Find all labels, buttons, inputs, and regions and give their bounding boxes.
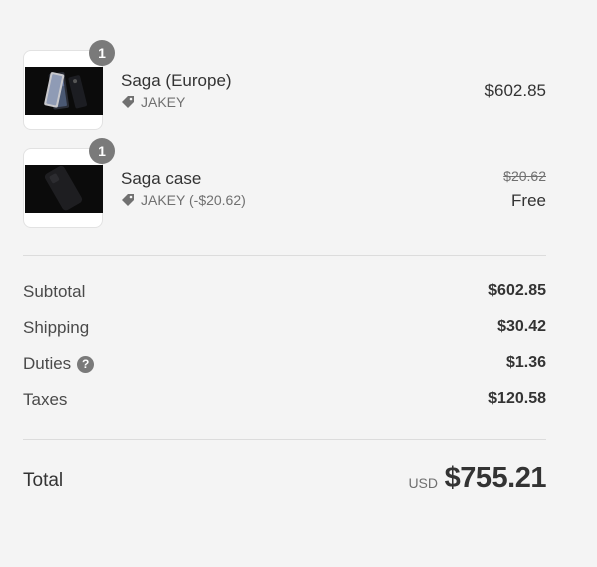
divider — [23, 439, 546, 440]
line-items: 1 Saga (Europe) JAKEY $602.85 1 Saga cas… — [23, 40, 546, 246]
subtotal-value: $602.85 — [488, 282, 546, 299]
line-item: 1 Saga case JAKEY (-$20.62) $20.62 Free — [23, 138, 546, 246]
duties-label: Duties — [23, 354, 72, 373]
help-icon[interactable]: ? — [77, 355, 95, 373]
total-amount: $755.21 — [444, 462, 547, 494]
discount-code: JAKEY — [121, 94, 185, 110]
product-name: Saga (Europe) — [121, 71, 232, 90]
total-label: Total — [23, 470, 64, 491]
duties-label-group: Duties ? — [23, 354, 95, 374]
original-price: $20.62 — [503, 168, 546, 184]
duties-value: $1.36 — [505, 354, 546, 371]
product-name: Saga case — [121, 169, 202, 188]
discount-code: JAKEY (-$20.62) — [121, 192, 246, 208]
phone-case-image — [25, 165, 103, 213]
taxes-row: Taxes $120.58 — [23, 390, 546, 426]
discount-label: JAKEY (-$20.62) — [141, 192, 246, 208]
tag-icon — [121, 95, 135, 109]
quantity-badge: 1 — [89, 138, 115, 164]
phone-image — [25, 67, 103, 115]
taxes-value: $120.58 — [488, 390, 546, 407]
discount-label: JAKEY — [141, 94, 186, 110]
quantity-badge: 1 — [89, 40, 115, 66]
currency-code: USD — [408, 475, 438, 491]
divider — [23, 255, 546, 256]
duties-row: Duties ? $1.36 — [23, 354, 546, 390]
shipping-row: Shipping $30.42 — [23, 318, 546, 354]
cost-summary: Subtotal $602.85 Shipping $30.42 Duties … — [23, 282, 546, 426]
shipping-label: Shipping — [23, 318, 90, 337]
shipping-value: $30.42 — [497, 318, 546, 335]
item-price: $602.85 — [484, 81, 546, 100]
taxes-label: Taxes — [23, 390, 68, 409]
product-thumbnail: 1 — [23, 138, 115, 228]
total-row: Total USD $755.21 — [23, 462, 547, 502]
tag-icon — [121, 193, 135, 207]
subtotal-label: Subtotal — [23, 282, 86, 301]
line-item: 1 Saga (Europe) JAKEY $602.85 — [23, 40, 546, 148]
product-thumbnail: 1 — [23, 40, 115, 130]
item-price: Free — [511, 191, 546, 210]
subtotal-row: Subtotal $602.85 — [23, 282, 546, 318]
